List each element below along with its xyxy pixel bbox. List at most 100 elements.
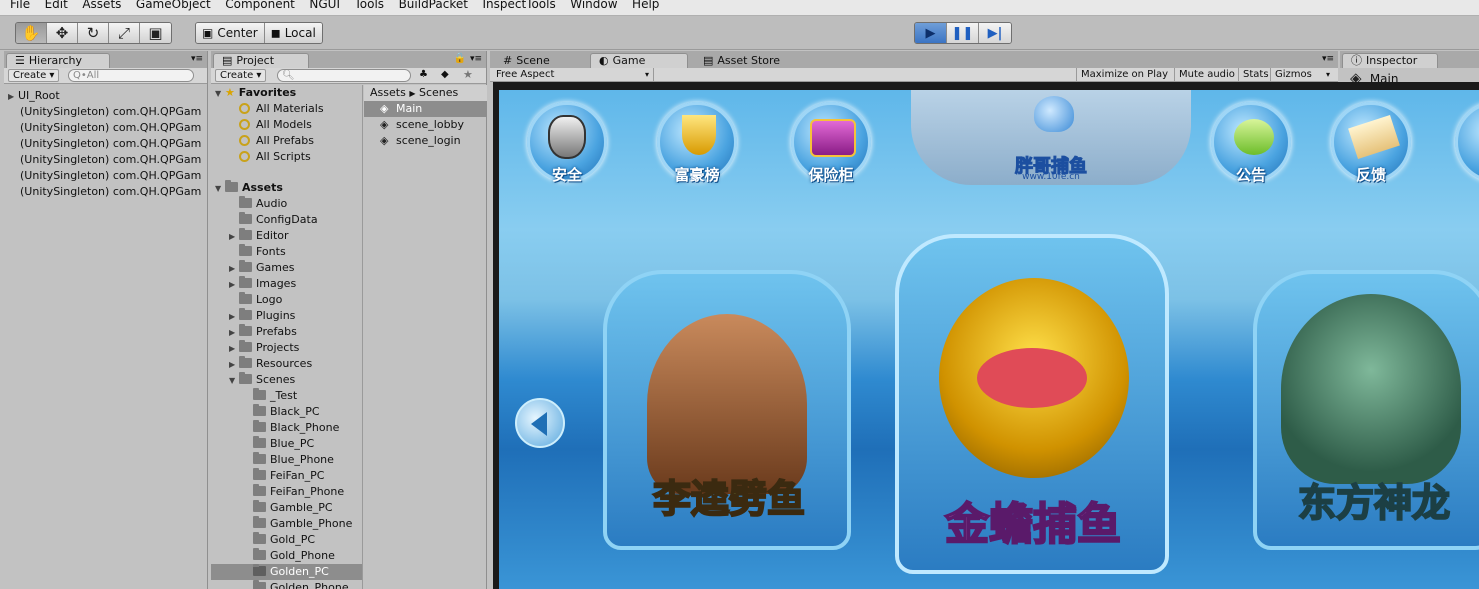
list-item[interactable]: FeiFan_PC [211,468,362,484]
rect-tool-icon[interactable]: ▣ [140,23,171,43]
list-item[interactable]: (UnitySingleton) com.QH.QPGam [4,184,207,200]
tab-scene[interactable]: # Scene [494,53,559,68]
list-item[interactable]: ▼ Scenes [211,372,362,388]
menu-help[interactable]: Help [632,0,659,11]
list-item[interactable]: FeiFan_Phone [211,484,362,500]
menu-inspecttools[interactable]: InspectTools [482,0,555,11]
expand-arrow-icon[interactable]: ▶ [8,89,18,104]
more-button[interactable] [1455,102,1479,182]
list-item[interactable]: ▶ Games [211,260,362,276]
tab-project[interactable]: ▤ Project [213,53,309,68]
list-item-selected[interactable]: Golden_PC [211,564,362,580]
list-item[interactable]: ▶ Prefabs [211,324,362,340]
hand-tool-icon[interactable]: ✋ [16,23,47,43]
step-icon[interactable]: ▶| [979,23,1011,43]
list-item[interactable]: Gamble_PC [211,500,362,516]
list-item[interactable]: (UnitySingleton) com.QH.QPGam [4,104,207,120]
expand-arrow-icon[interactable]: ▼ [215,181,225,196]
list-item[interactable]: Gamble_Phone [211,516,362,532]
breadcrumb-assets[interactable]: Assets [370,86,406,99]
breadcrumb-scenes[interactable]: Scenes [419,86,458,99]
star-icon[interactable]: ★ [463,68,473,81]
list-item[interactable]: Gold_Phone [211,548,362,564]
filter-label-icon[interactable]: ◆ [441,69,449,80]
menu-buildpacket[interactable]: BuildPacket [399,0,468,11]
move-tool-icon[interactable]: ✥ [47,23,78,43]
list-item[interactable]: ▶ Resources [211,356,362,372]
list-item[interactable]: ▶ Editor [211,228,362,244]
list-item[interactable]: ▶ Images [211,276,362,292]
expand-arrow-icon[interactable]: ▶ [229,309,239,324]
project-create-button[interactable]: Create ▾ [215,69,267,82]
favorites-header[interactable]: ▼ ★ Favorites [211,85,362,101]
panel-menu-icon[interactable]: ▾≡ [470,54,482,64]
expand-arrow-icon[interactable]: ▼ [229,373,239,388]
list-item[interactable]: (UnitySingleton) com.QH.QPGam [4,152,207,168]
hierarchy-search-input[interactable]: Q•All [68,69,194,82]
tab-game[interactable]: ◐ Game [590,53,688,68]
list-item[interactable]: (UnitySingleton) com.QH.QPGam [4,120,207,136]
pause-icon[interactable]: ❚❚ [947,23,979,43]
expand-arrow-icon[interactable]: ▶ [229,229,239,244]
menu-file[interactable]: File [10,0,30,11]
expand-arrow-icon[interactable]: ▶ [229,357,239,372]
expand-arrow-icon[interactable]: ▶ [229,261,239,276]
menu-tools[interactable]: Tools [355,0,385,11]
list-item[interactable]: (UnitySingleton) com.QH.QPGam [4,168,207,184]
aspect-dropdown[interactable]: Free Aspect ▾ [496,68,654,81]
list-item[interactable]: All Models [211,117,362,133]
project-search-input[interactable]: 🔍︎ [277,69,411,82]
maximize-on-play-toggle[interactable]: Maximize on Play [1076,68,1172,81]
menu-edit[interactable]: Edit [45,0,68,11]
list-item[interactable]: Blue_PC [211,436,362,452]
menu-ngui[interactable]: NGUI [309,0,340,11]
list-item[interactable]: ▶ Plugins [211,308,362,324]
list-item[interactable]: All Prefabs [211,133,362,149]
game-view[interactable]: 胖哥捕鱼 www.10fe.cn 安全 富豪榜 保险柜 公告 反馈 李逵劈鱼 金… [499,90,1479,589]
list-item[interactable]: Black_PC [211,404,362,420]
tab-asset-store[interactable]: ▤ Asset Store [694,53,789,68]
list-item[interactable]: Audio [211,196,362,212]
play-icon[interactable]: ▶ [915,23,947,43]
expand-arrow-icon[interactable]: ▶ [229,325,239,340]
list-item[interactable]: ConfigData [211,212,362,228]
list-item[interactable]: Blue_Phone [211,452,362,468]
list-item[interactable]: (UnitySingleton) com.QH.QPGam [4,136,207,152]
tab-inspector[interactable]: ⓘ Inspector [1342,53,1438,68]
assets-header[interactable]: ▼ Assets [211,180,362,196]
list-item[interactable]: Golden_Phone [211,580,362,589]
hierarchy-create-button[interactable]: Create ▾ [8,69,60,82]
list-item[interactable]: _Test [211,388,362,404]
list-item[interactable]: Fonts [211,244,362,260]
list-item-selected[interactable]: ◈ Main [364,101,487,117]
list-item[interactable]: All Materials [211,101,362,117]
list-item[interactable]: ◈ scene_login [364,133,487,149]
list-item[interactable]: ◈ scene_lobby [364,117,487,133]
filter-type-icon[interactable]: ♣ [419,69,428,80]
lock-icon[interactable]: 🔒 [454,53,466,64]
menu-assets[interactable]: Assets [82,0,121,11]
expand-arrow-icon[interactable]: ▶ [229,277,239,292]
scale-tool-icon[interactable]: ⤢ [109,23,140,43]
scroll-left-button[interactable] [515,398,565,448]
list-item[interactable]: Black_Phone [211,420,362,436]
expand-arrow-icon[interactable]: ▼ [215,86,225,101]
panel-menu-icon[interactable]: ▾≡ [1322,54,1334,64]
panel-menu-icon[interactable]: ▾≡ [191,54,203,64]
mute-audio-toggle[interactable]: Mute audio [1174,68,1239,81]
expand-arrow-icon[interactable]: ▶ [229,341,239,356]
rotate-tool-icon[interactable]: ↻ [78,23,109,43]
list-item[interactable]: ▶ UI_Root [4,88,207,104]
menu-component[interactable]: Component [225,0,295,11]
gizmos-dropdown[interactable]: Gizmos ▾ [1270,68,1332,81]
pivot-center-button[interactable]: ▣ Center [196,23,265,43]
list-item[interactable]: ▶ Projects [211,340,362,356]
stats-toggle[interactable]: Stats [1238,68,1273,81]
list-item[interactable]: Gold_PC [211,532,362,548]
menu-window[interactable]: Window [570,0,617,11]
pivot-local-button[interactable]: ◼ Local [264,23,322,43]
menu-gameobject[interactable]: GameObject [136,0,211,11]
list-item[interactable]: All Scripts [211,149,362,165]
tab-hierarchy[interactable]: ☰ Hierarchy [6,53,110,68]
list-item[interactable]: Logo [211,292,362,308]
